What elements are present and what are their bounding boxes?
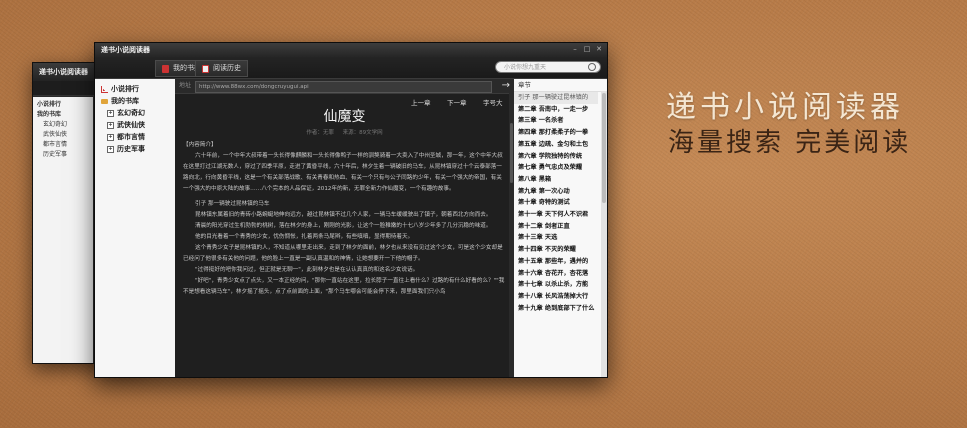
chapter-item[interactable]: 第二章 吾南中，一走一步	[514, 104, 598, 116]
chapter-scrollbar[interactable]	[601, 91, 607, 377]
sidebar-item-label: 玄幻奇幻	[117, 109, 145, 117]
font-size-button[interactable]: 字号大	[483, 97, 503, 107]
folder-icon	[101, 98, 108, 104]
sidebar-item-label: 我的书库	[111, 97, 139, 105]
sidebar-item-category[interactable]: + 历史军事	[95, 143, 175, 155]
sidebar-item-library[interactable]: 我的书库	[95, 95, 175, 107]
sidebar-item-label: 都市言情	[117, 133, 145, 141]
paragraph: "好吧"，青秀少女点了点头，又一本正经的问，"那你一直站在这里，拉长脖子一直往上…	[183, 278, 505, 295]
sidebar-item-label: 小说排行	[111, 85, 139, 93]
sidebar-item-rank[interactable]: 小说排行	[95, 83, 175, 95]
sidebar-item: 小说排行	[37, 101, 62, 108]
left-sidebar: 小说排行 我的书库 + 玄幻奇幻 + 武侠仙侠 + 都市言情 + 历史军事	[95, 79, 175, 377]
prev-chapter-button[interactable]: 上一章	[411, 97, 431, 107]
chapter-list: 章节 引子 那一辆驶过昆林镇的 第二章 吾南中，一走一步 第三章 一名杀者 第四章 那…	[514, 79, 607, 377]
history-label: 阅读历史	[213, 64, 241, 72]
chapter-item[interactable]: 第九章 第一次心动	[514, 186, 598, 198]
window-title: 递书小说阅读器	[101, 46, 150, 54]
sidebar-item: 武侠仙侠	[43, 131, 68, 138]
history-button[interactable]: 阅读历史	[195, 60, 248, 77]
next-chapter-button[interactable]: 下一章	[447, 97, 467, 107]
background-window-sidebar: 小说排行 我的书库 玄幻奇幻 武侠仙侠 都市言情 历史军事	[33, 97, 93, 363]
paragraph: 清晨的阳光穿过生机勃勃的桃树，落在林夕的身上，刚刚的光影，让这个一脸稚嫩的十七八…	[195, 223, 492, 229]
sidebar-item-label: 历史军事	[117, 145, 145, 153]
history-icon	[202, 64, 209, 73]
reader-pane: 地址 http://www.88wx.com/dongcruyugui.api …	[175, 79, 514, 377]
promo-headline: 递书小说阅读器	[666, 90, 904, 125]
chapter-item[interactable]: 第十七章 以杀止杀，方能	[514, 279, 598, 291]
sidebar-item-label: 武侠仙侠	[117, 121, 145, 129]
intro-label: 【内容简介】	[183, 142, 217, 148]
paragraph: "过得挺好的吧你我问过，但正就是无聊一"，此刻林夕也是在认认真真的和这名少女说话…	[195, 267, 419, 273]
book-text: 【内容简介】 六十年前，一个中年大叔带着一头长得像麒麟和一头长得像鸭子一样的驯獒…	[175, 136, 514, 298]
address-label: 地址	[179, 82, 192, 89]
search-placeholder: 小说你想九重天	[504, 64, 547, 71]
chapter-item[interactable]: 第十一章 天下何人不识君	[514, 209, 598, 221]
title-bar: 递书小说阅读器 – □ ✕	[95, 43, 607, 57]
book-icon	[162, 64, 169, 73]
book-author: 作者：无罪	[306, 130, 334, 136]
promo-tagline: 海量搜索 完美阅读	[668, 128, 912, 158]
expand-icon[interactable]: +	[107, 145, 114, 153]
sidebar-item-category[interactable]: + 都市言情	[95, 131, 175, 143]
app-window: 递书小说阅读器 – □ ✕ 我的书架 阅读历史 小说你想九重天 小说排行 我的书…	[94, 42, 608, 378]
chapter-item[interactable]: 第四章 那打柔柔子的一拳	[514, 127, 598, 139]
search-input[interactable]: 小说你想九重天	[495, 61, 601, 73]
go-arrow-icon[interactable]: →	[502, 80, 510, 92]
chapter-item[interactable]: 第十章 奇特的测试	[514, 197, 598, 209]
window-controls: – □ ✕	[571, 45, 603, 53]
sidebar-item: 都市言情	[43, 141, 68, 148]
chapter-item[interactable]: 第八章 黑箱	[514, 174, 598, 186]
sidebar-item: 玄幻奇幻	[43, 121, 68, 128]
scrollbar-thumb[interactable]	[602, 93, 606, 203]
maximize-icon[interactable]: □	[583, 45, 591, 53]
chapter-item[interactable]: 第十五章 那些年，遇并的	[514, 256, 598, 268]
paragraph: 六十年前，一个中年大叔带着一头长得像麒麟和一头长得像鸭子一样的驯獒骑着一大卖入了…	[183, 153, 503, 192]
chapter-item[interactable]: 第三章 一名杀者	[514, 115, 598, 127]
minimize-icon[interactable]: –	[571, 45, 579, 53]
book-meta: 作者：无罪 来源：89文学网	[175, 128, 514, 136]
expand-icon[interactable]: +	[107, 109, 114, 117]
book-source: 来源：89文学网	[342, 130, 383, 136]
chapter-item[interactable]: 第六章 学院独特的传统	[514, 151, 598, 163]
chapter-item[interactable]: 第五章 边疏、金匀和土包	[514, 139, 598, 151]
toolbar: 我的书架 阅读历史 小说你想九重天	[95, 57, 607, 79]
paragraph: 昆林镇东属着旧的青砖小路蜿蜒地伸向远方，越过昆林镇不过几个人家，一辆马车缓缓驶出…	[195, 212, 492, 218]
chapter-item[interactable]: 第十六章 杏花开，杏花落	[514, 268, 598, 280]
main-area: 小说排行 我的书库 + 玄幻奇幻 + 武侠仙侠 + 都市言情 + 历史军事 地址…	[95, 79, 607, 377]
chapter-nav: 上一章 下一章 字号大	[175, 94, 514, 108]
close-icon[interactable]: ✕	[595, 45, 603, 53]
sidebar-item-category[interactable]: + 武侠仙侠	[95, 119, 175, 131]
chapter-item[interactable]: 第十九章 绝到底部下了什么	[514, 303, 598, 315]
scrollbar-thumb[interactable]	[510, 123, 513, 183]
expand-icon[interactable]: +	[107, 121, 114, 129]
chapter-items: 引子 那一辆驶过昆林镇的 第二章 吾南中，一走一步 第三章 一名杀者 第四章 那打柔柔…	[514, 92, 607, 314]
sidebar-item: 历史军事	[43, 151, 68, 158]
chapter-item[interactable]: 第十二章 剑者正直	[514, 221, 598, 233]
chapter-item[interactable]: 第七章 勇气忠贞及荣耀	[514, 162, 598, 174]
expand-icon[interactable]: +	[107, 133, 114, 141]
chapter-item[interactable]: 第十四章 不灭的荣耀	[514, 244, 598, 256]
paragraph: 引子 那一辆驶过昆林镇的马车	[195, 201, 270, 207]
chart-icon	[101, 85, 108, 93]
chapter-list-header: 章节	[514, 79, 607, 92]
paragraph: 这个青秀少女子是昆林镇的人，不知道从哪里走出来，走到了林夕的面前，林夕也从来没有…	[183, 245, 503, 262]
sidebar-item-category[interactable]: + 玄幻奇幻	[95, 107, 175, 119]
search-icon[interactable]	[588, 63, 596, 71]
chapter-item[interactable]: 第十三章 天选	[514, 232, 598, 244]
chapter-item[interactable]: 第十八章 长风浩荡掉大行	[514, 291, 598, 303]
paragraph: 他的目光看着一个青秀的少女，忧伤惆怅，扎着两条马尾辫，有些嗔嗔，显得期待着天。	[195, 234, 414, 240]
chapter-item[interactable]: 引子 那一辆驶过昆林镇的	[514, 92, 598, 104]
address-bar: 地址 http://www.88wx.com/dongcruyugui.api …	[175, 79, 514, 94]
book-title: 仙魔变	[323, 109, 366, 125]
address-input[interactable]: http://www.88wx.com/dongcruyugui.api	[195, 81, 492, 93]
sidebar-item: 我的书库	[37, 111, 62, 118]
